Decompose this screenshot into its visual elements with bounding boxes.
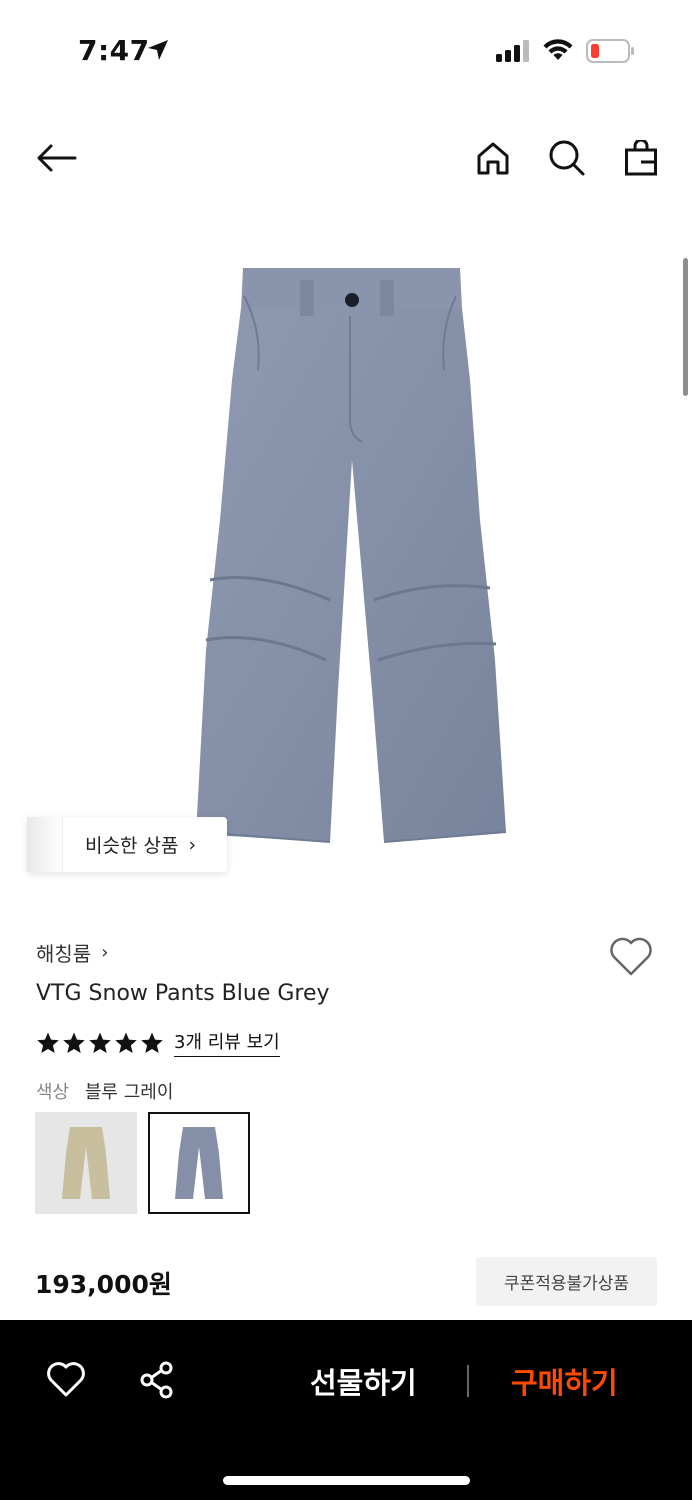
color-label: 색상 [36, 1082, 70, 1103]
wishlist-bottom-button[interactable] [46, 1360, 86, 1404]
status-bar: 7:47 [0, 0, 692, 100]
back-button[interactable] [28, 120, 84, 196]
shopping-bag-icon [625, 140, 657, 176]
wishlist-button[interactable] [608, 936, 654, 982]
product-title: VTG Snow Pants Blue Grey [36, 981, 330, 1006]
buy-button[interactable]: 구매하기 [511, 1360, 618, 1402]
home-indicator [223, 1476, 470, 1485]
swatch-blue-grey[interactable] [148, 1112, 250, 1214]
wifi-icon [542, 38, 574, 66]
rating-row: 3개 리뷰 보기 [36, 1028, 280, 1057]
swatch-beige[interactable] [35, 1112, 137, 1214]
share-button[interactable] [138, 1360, 178, 1404]
chevron-right-icon: › [188, 833, 197, 856]
star-icon [115, 1032, 137, 1053]
cart-button[interactable] [613, 120, 669, 196]
similar-products-button[interactable]: 비슷한 상품 › [27, 817, 227, 872]
bottom-action-bar [0, 1320, 692, 1500]
status-time: 7:47 [78, 34, 150, 67]
arrow-left-icon [37, 144, 77, 172]
gift-button[interactable]: 선물하기 [310, 1360, 417, 1402]
brand-name: 해칭룸 [36, 942, 92, 966]
home-button[interactable] [465, 120, 521, 196]
battery-icon [586, 38, 636, 68]
product-image[interactable] [0, 220, 692, 880]
brand-link[interactable]: 해칭룸 › [36, 938, 108, 967]
price: 193,000원 [35, 1270, 172, 1299]
pants-thumbnail [62, 1127, 110, 1199]
star-icon [141, 1032, 163, 1053]
search-button[interactable] [539, 120, 595, 196]
similar-products-label: 비슷한 상품 [85, 835, 179, 857]
heart-icon [610, 937, 652, 976]
pants-image [195, 268, 507, 843]
divider [467, 1365, 469, 1397]
heart-icon [47, 1362, 85, 1397]
chevron-right-icon: › [101, 942, 109, 963]
share-icon [140, 1361, 173, 1399]
review-link[interactable]: 3개 리뷰 보기 [174, 1028, 280, 1057]
pants-thumbnail [175, 1127, 223, 1199]
color-row: 색상 블루 그레이 [36, 1078, 173, 1104]
search-icon [549, 140, 585, 176]
star-icon [63, 1032, 85, 1053]
top-navigation [0, 120, 692, 196]
star-icon [89, 1032, 111, 1053]
similar-thumbnail [27, 817, 63, 872]
star-rating [36, 1031, 164, 1055]
color-value: 블루 그레이 [84, 1082, 174, 1103]
coupon-badge: 쿠폰적용불가상품 [476, 1257, 657, 1306]
cellular-signal-icon [496, 40, 532, 66]
location-arrow-icon [146, 38, 170, 66]
home-icon [477, 142, 509, 175]
star-icon [37, 1032, 59, 1053]
color-swatches [35, 1112, 250, 1214]
scrollbar[interactable] [683, 258, 688, 396]
